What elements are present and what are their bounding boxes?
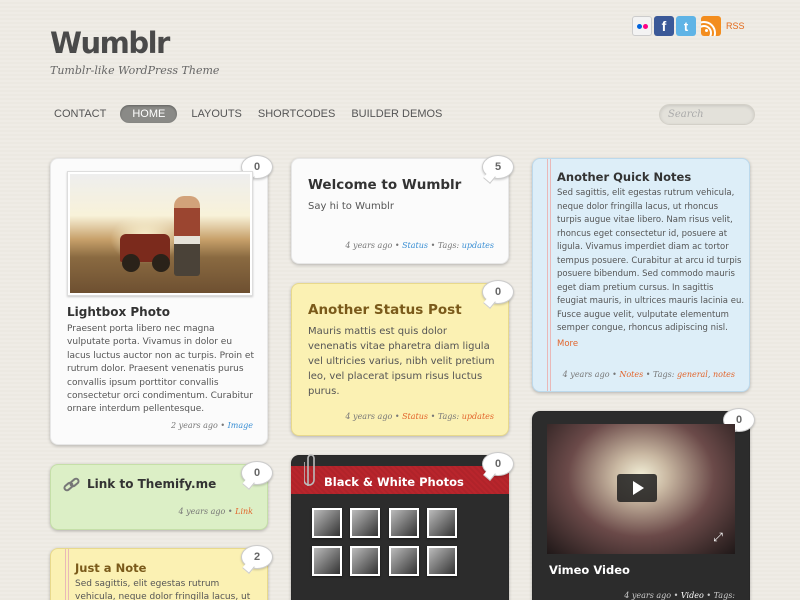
tag-link[interactable]: updates xyxy=(462,412,494,421)
fullscreen-icon[interactable]: ⤢ xyxy=(711,530,725,544)
note-margin-lines xyxy=(547,159,551,391)
nav-layouts[interactable]: LAYOUTS xyxy=(183,104,250,124)
nav-home[interactable]: HOME xyxy=(120,105,178,123)
category-link[interactable]: Link xyxy=(235,507,253,516)
comment-count-bubble[interactable]: 2 xyxy=(241,545,273,569)
post-meta: 4 years ago • Link xyxy=(178,507,253,516)
post-excerpt: Sed sagittis, elit egestas rutrum vehicu… xyxy=(75,579,251,600)
post-text: Sed sagittis, elit egestas rutrum vehicu… xyxy=(557,188,745,333)
post-meta: 4 years ago • Status • Tags: updates xyxy=(345,412,494,421)
post-just-a-note: 2 Just a Note Sed sagittis, elit egestas… xyxy=(50,545,273,600)
gallery-thumb[interactable] xyxy=(389,508,419,538)
post-text: Mauris mattis est quis dolor venenatis v… xyxy=(308,326,495,397)
post-title[interactable]: Link to Themify.me xyxy=(87,477,216,491)
meta-separator: • xyxy=(673,591,679,600)
post-text: Say hi to Wumblr xyxy=(308,201,394,212)
tags-label: • Tags: xyxy=(430,412,460,421)
post-title[interactable]: Another Quick Notes xyxy=(557,170,691,184)
rss-link[interactable]: RSS xyxy=(726,21,745,31)
comment-count-bubble[interactable]: 5 xyxy=(482,155,514,179)
meta-separator: • xyxy=(394,241,400,250)
lightbox-photo-frame[interactable] xyxy=(67,171,253,296)
post-age: 4 years ago xyxy=(178,507,226,516)
gallery-thumb[interactable] xyxy=(312,546,342,576)
nav-contact[interactable]: CONTACT xyxy=(46,104,114,124)
category-link[interactable]: Status xyxy=(402,412,428,421)
flickr-icon[interactable] xyxy=(632,16,652,36)
meta-separator: • xyxy=(394,412,400,421)
link-icon xyxy=(63,477,80,492)
site-tagline: Tumblr-like WordPress Theme xyxy=(50,64,220,77)
site-logo[interactable]: Wumblr xyxy=(50,26,170,60)
photo-image xyxy=(70,174,250,293)
tag-link[interactable]: notes xyxy=(713,370,735,379)
category-link[interactable]: Notes xyxy=(619,370,643,379)
post-title[interactable]: Black & White Photos xyxy=(324,475,464,489)
post-another-status: 0 Another Status Post Mauris mattis est … xyxy=(291,280,514,436)
facebook-icon[interactable]: f xyxy=(654,16,674,36)
post-meta: 4 years ago • Status • Tags: updates xyxy=(345,241,494,250)
note-margin-lines xyxy=(65,549,69,600)
nav-builder-demos[interactable]: BUILDER DEMOS xyxy=(343,104,450,124)
social-links: f t RSS xyxy=(632,16,745,36)
tag-link[interactable]: updates xyxy=(462,241,494,250)
post-bw-photos: 0 Black & White Photos xyxy=(291,452,514,600)
rss-icon[interactable] xyxy=(701,16,721,36)
gallery-thumb[interactable] xyxy=(427,546,457,576)
tag-separator: , xyxy=(707,370,711,379)
tags-label: • Tags: xyxy=(430,241,460,250)
main-nav: CONTACT HOME LAYOUTS SHORTCODES BUILDER … xyxy=(46,104,450,124)
gallery-thumb[interactable] xyxy=(389,546,419,576)
post-title[interactable]: Vimeo Video xyxy=(549,563,630,577)
tags-label: • Tags: xyxy=(706,591,735,600)
search-input[interactable]: Search xyxy=(659,104,755,125)
post-meta: 2 years ago • Image xyxy=(171,421,253,430)
tags-label: • Tags: xyxy=(645,370,675,379)
gallery-thumb[interactable] xyxy=(312,508,342,538)
gallery-thumb[interactable] xyxy=(350,546,380,576)
post-welcome: 5 Welcome to Wumblr Say hi to Wumblr 4 y… xyxy=(291,155,514,264)
post-excerpt: Praesent porta libero nec magna vulputat… xyxy=(67,324,254,415)
post-age: 4 years ago xyxy=(624,591,672,600)
meta-separator: • xyxy=(227,507,233,516)
gallery-thumb[interactable] xyxy=(427,508,457,538)
more-link[interactable]: More xyxy=(557,339,578,349)
video-player[interactable]: ⤢ xyxy=(547,424,735,554)
post-title[interactable]: Another Status Post xyxy=(308,302,462,318)
gallery-thumb[interactable] xyxy=(350,508,380,538)
tag-link[interactable]: general xyxy=(677,370,708,379)
post-meta: 4 years ago • Video • Tags: xyxy=(624,591,735,600)
comment-count-bubble[interactable]: 0 xyxy=(482,452,514,476)
category-link[interactable]: Status xyxy=(402,241,428,250)
meta-separator: • xyxy=(612,370,617,379)
post-title[interactable]: Lightbox Photo xyxy=(67,305,170,319)
meta-separator: • xyxy=(220,421,226,430)
category-link[interactable]: Image xyxy=(228,421,253,430)
post-vimeo-video: 0 ⤢ Vimeo Video 4 years ago • Video • Ta… xyxy=(532,408,755,600)
post-age: 2 years ago xyxy=(170,421,218,430)
category-link[interactable]: Video xyxy=(681,591,704,600)
nav-shortcodes[interactable]: SHORTCODES xyxy=(250,104,343,124)
comment-count-bubble[interactable]: 0 xyxy=(241,461,273,485)
post-title[interactable]: Just a Note xyxy=(75,561,146,575)
post-quick-notes: Another Quick Notes Sed sagittis, elit e… xyxy=(532,158,750,392)
post-age: 4 years ago xyxy=(345,241,393,250)
play-icon xyxy=(633,481,644,495)
post-meta: 4 years ago • Notes • Tags: general, not… xyxy=(563,370,735,379)
post-link: 0 Link to Themify.me 4 years ago • Link xyxy=(50,461,273,530)
comment-count-bubble[interactable]: 0 xyxy=(482,280,514,304)
twitter-icon[interactable]: t xyxy=(676,16,696,36)
paperclip-icon xyxy=(304,454,315,486)
play-button[interactable] xyxy=(617,474,657,502)
post-age: 4 years ago xyxy=(345,412,393,421)
post-lightbox-photo: 0 Lightbox Photo Praesent porta libero n… xyxy=(50,155,273,445)
post-title[interactable]: Welcome to Wumblr xyxy=(308,177,461,193)
post-age: 4 years ago xyxy=(562,370,610,379)
